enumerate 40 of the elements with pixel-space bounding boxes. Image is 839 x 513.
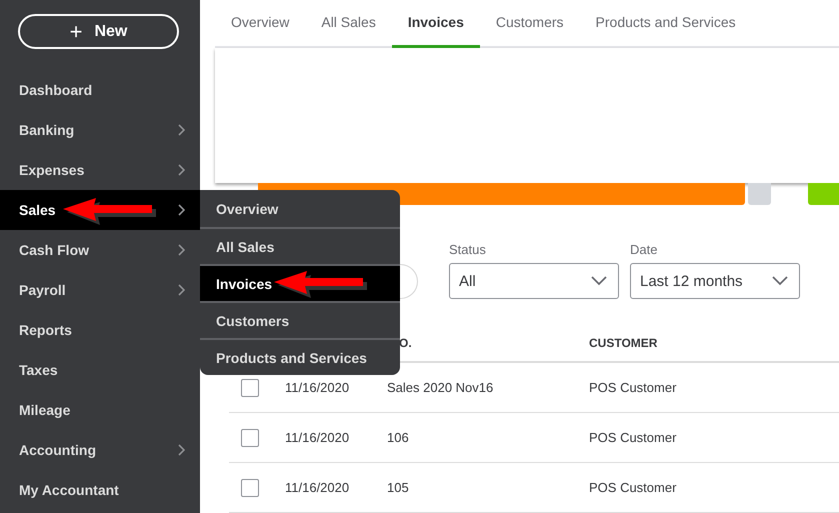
table-cell: POS Customer — [589, 480, 676, 494]
filter-label: Status — [449, 242, 487, 257]
tab[interactable]: Invoices — [392, 0, 480, 48]
menu-item[interactable]: Products and Services — [200, 338, 400, 375]
tab[interactable]: Products and Services — [580, 0, 752, 48]
sidebar-item[interactable]: Banking — [0, 110, 200, 150]
table-cell: POS Customer — [589, 380, 676, 394]
sidebar-item[interactable]: Taxes — [0, 350, 200, 390]
table-cell: 11/16/2020 — [285, 380, 350, 394]
dropdown[interactable]: Last 12 months — [630, 263, 800, 299]
checkbox[interactable] — [241, 378, 259, 396]
table-cell: POS Customer — [589, 430, 676, 444]
sidebar-item[interactable]: My Accountant — [0, 470, 200, 510]
sidebar-item[interactable]: Mileage — [0, 390, 200, 430]
column-header[interactable]: CUSTOMER — [589, 336, 658, 350]
sidebar-item[interactable]: Expenses — [0, 150, 200, 190]
sidebar-item[interactable]: Sales — [0, 190, 200, 230]
caret-icon — [591, 276, 607, 286]
checkbox[interactable] — [241, 478, 259, 496]
tab[interactable]: All Sales — [305, 0, 392, 48]
caret-icon — [772, 276, 788, 286]
new-button[interactable]: + New — [18, 14, 179, 49]
sidebar-item[interactable]: Cash Flow — [0, 230, 200, 270]
sidebar-item[interactable]: Payroll — [0, 270, 200, 310]
table-cell: Sales 2020 Nov16 — [387, 380, 494, 394]
sidebar-item[interactable]: Reports — [0, 310, 200, 350]
sidebar-item[interactable]: Accounting — [0, 430, 200, 470]
table-cell: 105 — [387, 480, 409, 494]
menu-item[interactable]: Overview — [200, 190, 400, 227]
column-header[interactable]: O. — [399, 336, 412, 350]
table-cell: 11/16/2020 — [285, 430, 350, 444]
checkbox[interactable] — [241, 428, 259, 446]
table-cell: 106 — [387, 430, 409, 444]
filter-label: Date — [630, 242, 658, 257]
sidebar-item[interactable]: Dashboard — [0, 70, 200, 110]
dropdown[interactable]: All — [449, 263, 619, 299]
tab[interactable]: Customers — [480, 0, 580, 48]
tab[interactable]: Overview — [215, 0, 306, 48]
menu-item[interactable]: Customers — [200, 301, 400, 338]
table-cell: 11/16/2020 — [285, 480, 350, 494]
